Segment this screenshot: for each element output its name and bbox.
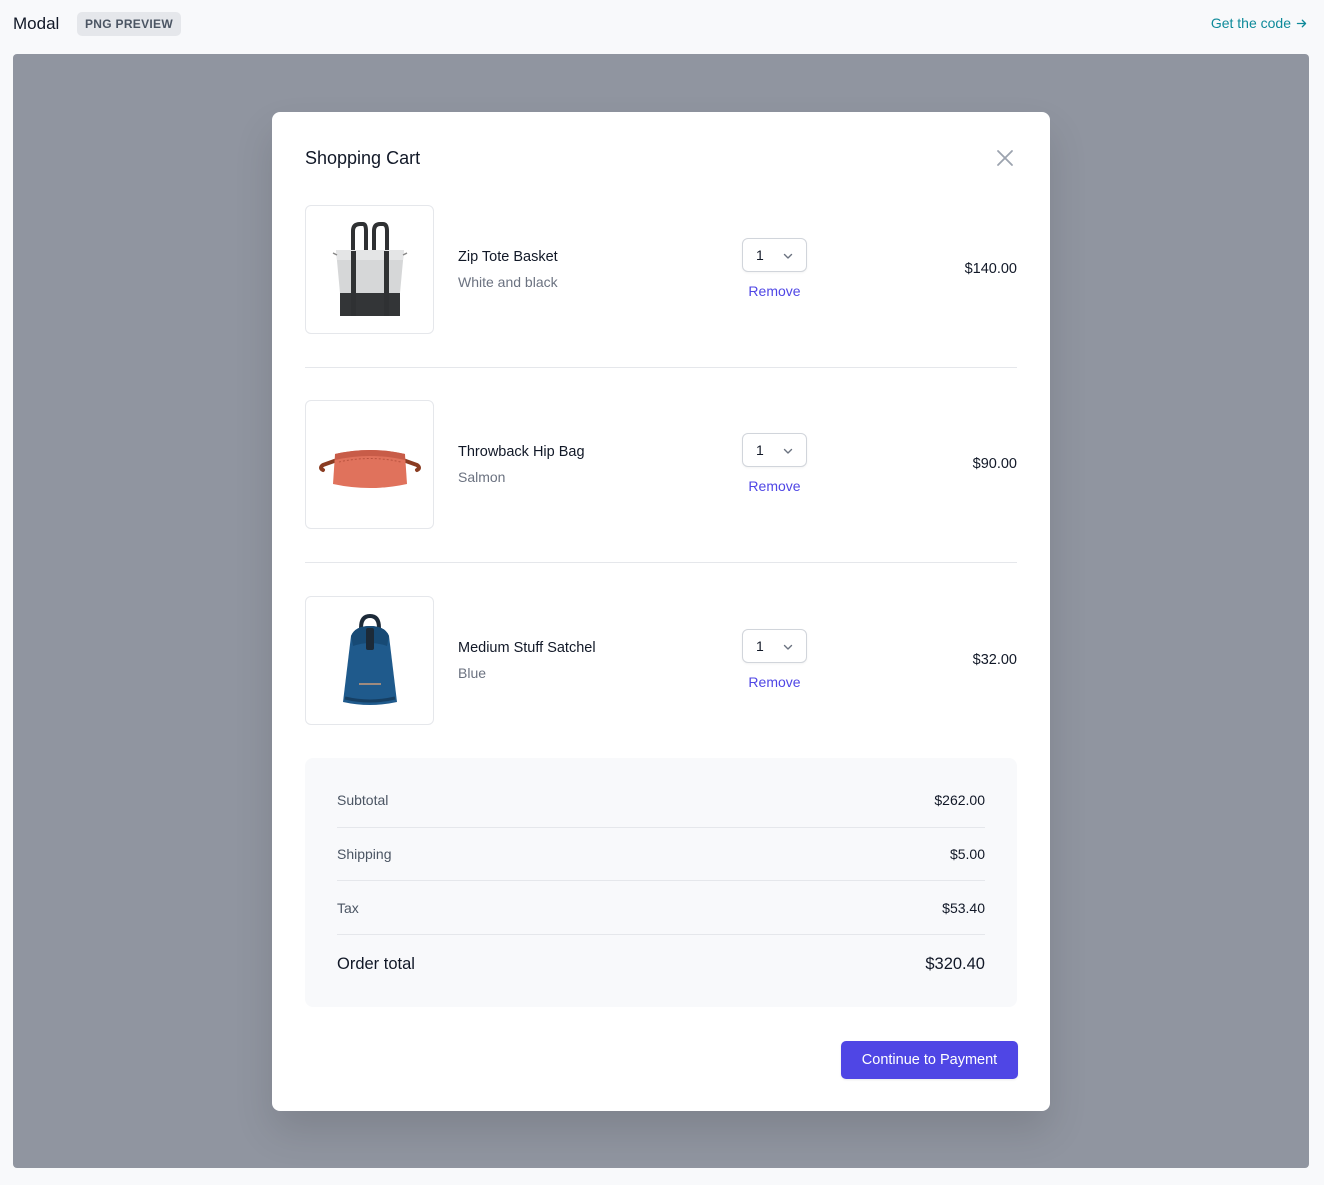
quantity-value: 1 — [756, 442, 764, 458]
order-summary: Subtotal $262.00 Shipping $5.00 Tax $53.… — [305, 758, 1017, 1007]
summary-divider — [337, 827, 985, 828]
subtotal-value: $262.00 — [934, 792, 985, 808]
tote-bag-image — [305, 205, 434, 334]
divider — [305, 367, 1017, 368]
summary-divider — [337, 880, 985, 881]
summary-divider — [337, 934, 985, 935]
remove-button[interactable]: Remove — [742, 674, 807, 690]
quantity-select[interactable]: 1 — [742, 433, 807, 467]
subtotal-row: Subtotal $262.00 — [337, 792, 985, 812]
item-variant: Blue — [458, 665, 487, 681]
chevron-down-icon — [783, 644, 793, 650]
shopping-cart-modal: Shopping Cart Zip Tote Basket White and … — [272, 112, 1050, 1111]
item-price: $90.00 — [972, 456, 1017, 472]
subtotal-label: Subtotal — [337, 792, 389, 808]
item-price: $32.00 — [972, 652, 1017, 668]
chevron-down-icon — [783, 253, 793, 259]
cart-item: Throwback Hip Bag Salmon 1 Remove $90.00 — [305, 400, 1017, 529]
tax-row: Tax $53.40 — [337, 900, 985, 920]
item-name: Throwback Hip Bag — [458, 444, 585, 460]
item-name: Zip Tote Basket — [458, 249, 558, 265]
top-bar: Modal PNG PREVIEW Get the code — [0, 0, 1324, 48]
remove-button[interactable]: Remove — [742, 283, 807, 299]
modal-title: Shopping Cart — [305, 148, 421, 168]
item-name: Medium Stuff Satchel — [458, 640, 596, 656]
item-price: $140.00 — [964, 261, 1017, 277]
close-icon — [997, 150, 1013, 166]
order-total-label: Order total — [337, 955, 415, 973]
tax-label: Tax — [337, 900, 359, 916]
quantity-value: 1 — [756, 247, 764, 263]
item-variant: White and black — [458, 274, 558, 290]
page-title: Modal — [13, 14, 60, 33]
satchel-backpack-image — [305, 596, 434, 725]
shipping-label: Shipping — [337, 846, 392, 862]
tax-value: $53.40 — [942, 900, 985, 916]
remove-button[interactable]: Remove — [742, 478, 807, 494]
preview-badge: PNG PREVIEW — [77, 12, 181, 36]
hip-bag-image — [305, 400, 434, 529]
quantity-value: 1 — [756, 638, 764, 654]
shipping-row: Shipping $5.00 — [337, 846, 985, 866]
chevron-down-icon — [783, 448, 793, 454]
continue-to-payment-button[interactable]: Continue to Payment — [841, 1041, 1018, 1079]
order-total-row: Order total $320.40 — [337, 955, 985, 977]
shipping-value: $5.00 — [949, 846, 985, 862]
get-the-code-label: Get the code — [1210, 15, 1291, 31]
divider — [305, 562, 1017, 563]
close-button[interactable] — [994, 147, 1016, 169]
item-variant: Salmon — [458, 469, 506, 485]
get-the-code-link[interactable]: Get the code — [1211, 15, 1308, 31]
quantity-select[interactable]: 1 — [742, 629, 807, 663]
cart-item: Medium Stuff Satchel Blue 1 Remove $32.0… — [305, 596, 1017, 725]
order-total-value: $320.40 — [925, 955, 985, 973]
quantity-select[interactable]: 1 — [742, 238, 807, 272]
cart-item: Zip Tote Basket White and black 1 Remove… — [305, 205, 1017, 334]
arrow-right-icon — [1296, 19, 1307, 27]
